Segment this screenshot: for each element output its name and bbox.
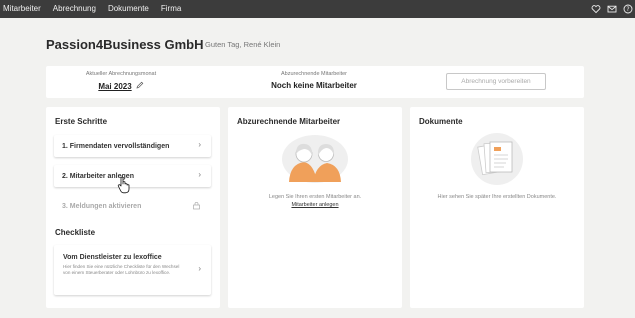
employees-card: Abzurechnende Mitarbeiter Legen Sie Ihre… xyxy=(228,107,402,308)
current-month-value-row[interactable]: Mai 2023 xyxy=(56,81,186,91)
current-month-value[interactable]: Mai 2023 xyxy=(98,82,131,91)
heart-icon[interactable] xyxy=(591,4,601,14)
documents-empty-text: Hier sehen Sie später Ihre erstellten Do… xyxy=(437,194,557,200)
documents-card-title: Dokumente xyxy=(419,117,463,126)
first-steps-title: Erste Schritte xyxy=(55,117,108,126)
help-icon[interactable]: ? xyxy=(623,4,633,14)
step-add-employee[interactable]: 2. Mitarbeiter anlegen › xyxy=(54,165,211,187)
pencil-icon[interactable] xyxy=(136,81,144,91)
top-icons: ? xyxy=(591,0,635,18)
employees-card-title: Abzurechnende Mitarbeiter xyxy=(237,117,341,126)
company-name: Passion4Business GmbH xyxy=(46,37,204,52)
nav-item-dokumente[interactable]: Dokumente xyxy=(102,0,155,18)
documents-card: Dokumente Hier sehen Sie später Ihre ers… xyxy=(410,107,584,308)
hand-cursor-icon xyxy=(117,176,131,194)
nav-item-firma[interactable]: Firma xyxy=(155,0,187,18)
step-label: 3. Meldungen aktivieren xyxy=(62,202,142,210)
svg-text:?: ? xyxy=(626,6,629,13)
employees-empty-state: Legen Sie Ihren ersten Mitarbeiter an. M… xyxy=(228,193,402,209)
documents-illustration xyxy=(466,132,528,192)
first-steps-card: Erste Schritte 1. Firmendaten vervollstä… xyxy=(46,107,220,308)
current-month-block: Aktueller Abrechnungsmonat Mai 2023 xyxy=(56,71,186,91)
mail-icon[interactable] xyxy=(607,4,617,14)
employees-empty-text: Legen Sie Ihren ersten Mitarbeiter an. xyxy=(268,194,362,200)
checklist-item[interactable]: Vom Dienstleister zu lexoffice Hier find… xyxy=(54,245,211,295)
employees-label: Abzurechnende Mitarbeiter xyxy=(280,71,348,77)
payroll-info-strip: Aktueller Abrechnungsmonat Mai 2023 Abzu… xyxy=(46,66,584,98)
checklist-title: Checkliste xyxy=(55,228,96,237)
current-month-label: Aktueller Abrechnungsmonat xyxy=(85,71,157,77)
add-employee-link[interactable]: Mitarbeiter anlegen xyxy=(228,201,402,209)
chevron-right-icon: › xyxy=(198,170,201,179)
checklist-item-title: Vom Dienstleister zu lexoffice xyxy=(63,254,162,261)
main-nav: Mitarbeiter Abrechnung Dokumente Firma xyxy=(0,0,187,18)
employees-block: Abzurechnende Mitarbeiter Noch keine Mit… xyxy=(246,71,382,90)
employees-value: Noch keine Mitarbeiter xyxy=(271,81,357,90)
step-activate-notifications: 3. Meldungen aktivieren xyxy=(54,195,211,217)
top-navigation-bar: Mitarbeiter Abrechnung Dokumente Firma ? xyxy=(0,0,635,18)
chevron-right-icon: › xyxy=(198,264,201,273)
prepare-payroll-button[interactable]: Abrechnung vorbereiten xyxy=(446,73,546,90)
employees-illustration xyxy=(280,132,350,192)
step-company-data[interactable]: 1. Firmendaten vervollständigen › xyxy=(54,135,211,157)
nav-item-abrechnung[interactable]: Abrechnung xyxy=(47,0,102,18)
lock-icon xyxy=(192,201,201,212)
greeting-text: Guten Tag, René Klein xyxy=(205,40,281,49)
nav-item-mitarbeiter[interactable]: Mitarbeiter xyxy=(0,0,47,18)
checklist-item-description: Hier finden Sie eine nützliche Checklist… xyxy=(63,264,180,275)
chevron-right-icon: › xyxy=(198,140,201,149)
step-label: 1. Firmendaten vervollständigen xyxy=(62,142,170,150)
